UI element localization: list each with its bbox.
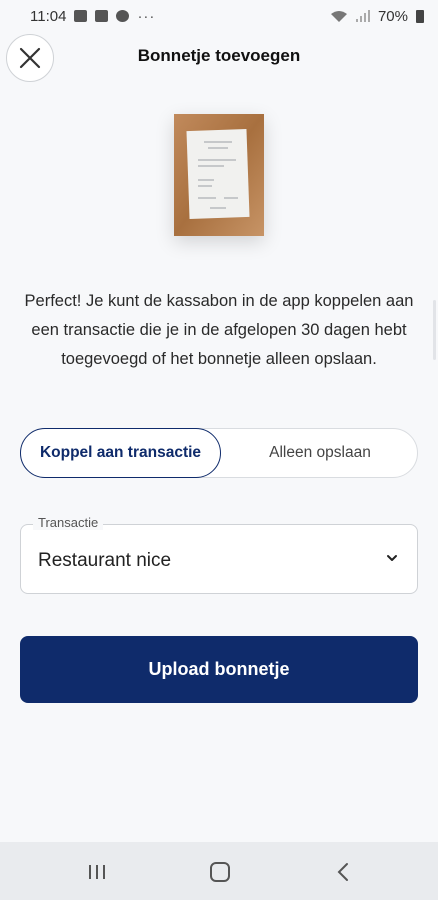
option-save-only[interactable]: Alleen opslaan [221, 428, 419, 478]
info-text: Perfect! Je kunt de kassabon in de app k… [24, 292, 414, 368]
status-time: 11:04 [30, 7, 67, 25]
link-mode-toggle: Koppel aan transactie Alleen opslaan [20, 428, 418, 478]
gallery-icon [74, 10, 88, 22]
transaction-value: Restaurant nice [38, 550, 172, 571]
page-title: Bonnetje toevoegen [137, 46, 301, 65]
media-icon [116, 10, 130, 22]
app-notification-icon [95, 10, 109, 22]
back-icon [337, 863, 348, 881]
back-button[interactable] [330, 860, 356, 884]
home-button[interactable] [207, 860, 233, 884]
header: Bonnetje toevoegen [0, 32, 438, 84]
option-link-transaction[interactable]: Koppel aan transactie [20, 428, 221, 478]
edge-panel-handle[interactable] [433, 300, 436, 360]
status-right: 70% [330, 8, 424, 25]
transaction-label: Transactie [33, 515, 104, 530]
battery-icon [416, 9, 424, 23]
chevron-down-icon [387, 555, 397, 561]
wifi-icon [330, 10, 347, 22]
status-bar: 11:04 ··· 70% [0, 0, 438, 32]
battery-percent: 70% [377, 7, 408, 25]
recent-apps-button[interactable] [84, 860, 110, 884]
signal-icon [355, 10, 370, 22]
more-notifications-icon: ··· [137, 7, 156, 25]
receipt-photo [174, 114, 264, 236]
transaction-select[interactable]: Transactie Restaurant nice [20, 515, 418, 594]
recent-apps-icon [89, 865, 105, 879]
status-left: 11:04 ··· [30, 8, 155, 25]
home-icon [210, 862, 230, 882]
upload-receipt-button[interactable]: Upload bonnetje [20, 636, 418, 703]
navigation-bar [0, 842, 438, 900]
